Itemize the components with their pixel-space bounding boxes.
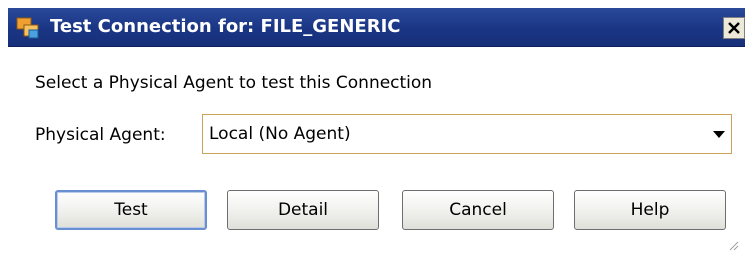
dropdown-arrow-icon[interactable] [713, 131, 725, 138]
physical-agent-label: Physical Agent: [35, 125, 166, 145]
instruction-text: Select a Physical Agent to test this Con… [35, 73, 433, 93]
connection-app-icon [16, 16, 42, 40]
detail-button[interactable]: Detail [227, 190, 379, 230]
physical-agent-selected-value: Local (No Agent) [209, 124, 351, 144]
window-title: Test Connection for: FILE_GENERIC [50, 16, 401, 37]
close-icon [728, 22, 740, 34]
physical-agent-select[interactable]: Local (No Agent) [202, 114, 732, 154]
test-button[interactable]: Test [55, 190, 207, 230]
test-connection-dialog: Test Connection for: FILE_GENERIC Select… [8, 8, 745, 252]
title-bar[interactable]: Test Connection for: FILE_GENERIC [8, 8, 745, 47]
resize-grip-icon[interactable] [729, 236, 739, 251]
cancel-button[interactable]: Cancel [402, 190, 554, 230]
close-button[interactable] [723, 17, 745, 39]
help-button[interactable]: Help [574, 190, 726, 230]
